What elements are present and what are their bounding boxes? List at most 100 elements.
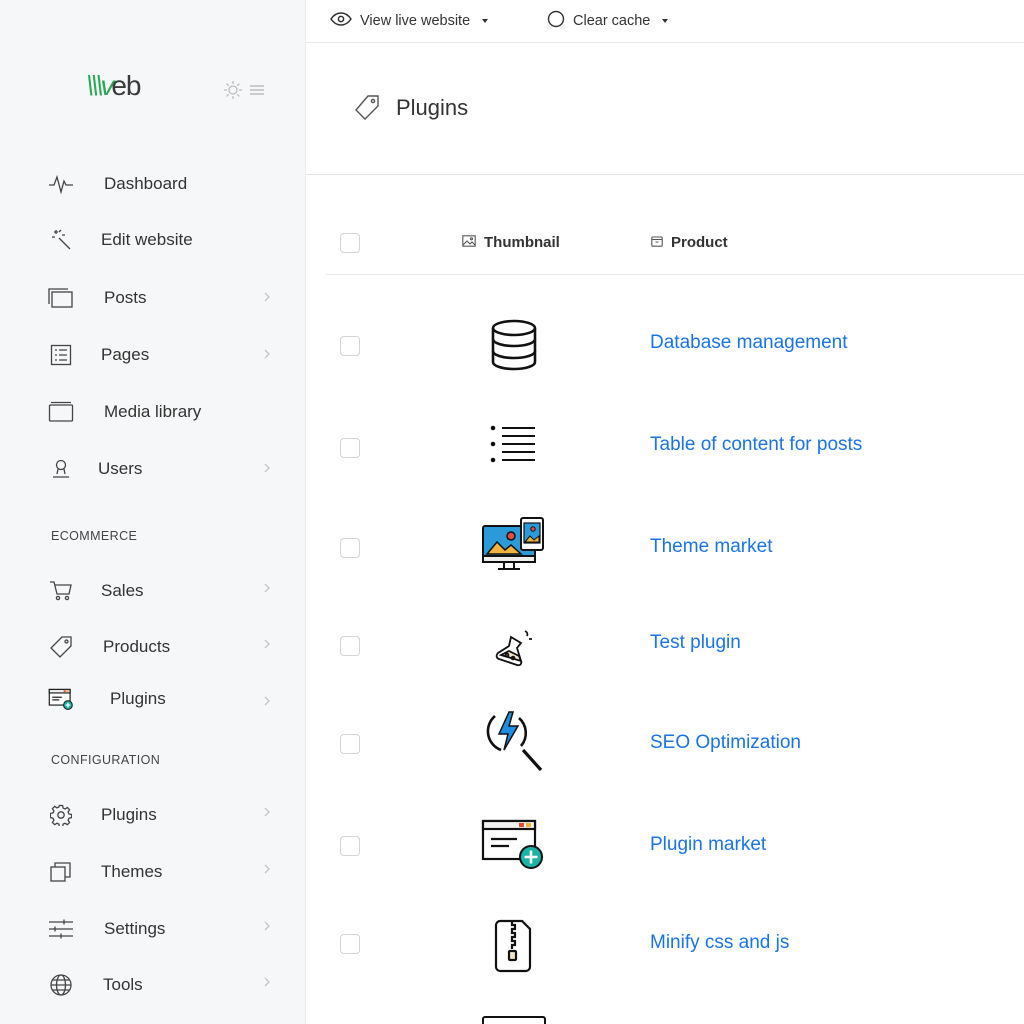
column-header-label: Thumbnail	[484, 234, 560, 251]
chevron-right-icon	[264, 864, 270, 874]
column-header-label: Product	[671, 234, 728, 251]
row-checkbox[interactable]	[340, 538, 360, 558]
page-title: Plugins	[396, 95, 469, 120]
sidebar-item-posts[interactable]: Posts	[0, 280, 306, 316]
table-row: Plugin market	[326, 796, 1024, 894]
zip-file-icon	[476, 914, 552, 978]
logo-text: eb	[111, 70, 141, 101]
folder-icon	[48, 399, 74, 425]
table-row: Minify css and js	[326, 894, 1024, 992]
sidebar-item-label: Edit website	[101, 230, 193, 249]
view-live-website-label: View live website	[360, 13, 471, 29]
image-icon	[462, 234, 476, 251]
product-link[interactable]: Database management	[650, 332, 848, 354]
list-icon	[48, 342, 74, 368]
sidebar-item-label: Pages	[101, 345, 150, 364]
sidebar-item-media-library[interactable]: Media library	[0, 394, 306, 430]
table-row: SEO Optimization	[326, 694, 1024, 792]
section-label-ecommerce: ECOMMERCE	[51, 529, 138, 543]
product-link[interactable]: Minify css and js	[650, 932, 789, 954]
sidebar-tools	[223, 80, 265, 100]
table-header: Thumbnail Product	[326, 214, 1024, 275]
sidebar-item-pages[interactable]: Pages	[0, 337, 306, 373]
top-bar: View live website Clear cache	[306, 0, 1024, 43]
row-checkbox[interactable]	[340, 336, 360, 356]
sidebar-item-label: Media library	[104, 402, 202, 421]
logo[interactable]: \\\veb	[86, 70, 142, 102]
row-checkbox[interactable]	[340, 636, 360, 656]
sidebar-item-label: Settings	[104, 919, 166, 938]
window-plus-icon	[476, 812, 552, 876]
circle-icon	[547, 10, 565, 32]
chevron-right-icon	[264, 921, 270, 931]
product-link[interactable]: Plugin market	[650, 834, 766, 856]
box-icon	[651, 234, 663, 251]
row-checkbox[interactable]	[340, 734, 360, 754]
caret-down-icon	[482, 19, 489, 23]
sidebar: \\\veb Dashboard Edit website Posts Page…	[0, 0, 306, 1024]
column-header-thumbnail[interactable]: Thumbnail	[462, 234, 560, 251]
sidebar-item-users[interactable]: Users	[0, 451, 306, 487]
chevron-right-icon	[264, 807, 270, 817]
sidebar-item-edit-website[interactable]: Edit website	[0, 222, 306, 258]
database-icon	[476, 313, 552, 377]
activity-icon	[48, 171, 74, 197]
menu-icon[interactable]	[249, 83, 265, 97]
user-icon	[48, 456, 74, 482]
sidebar-item-plugins[interactable]: Plugins	[0, 797, 306, 833]
caret-down-icon	[662, 19, 669, 23]
layers-icon	[48, 859, 74, 885]
sidebar-item-label: Tools	[103, 975, 143, 994]
sidebar-item-label: Dashboard	[104, 174, 188, 193]
tag-icon	[353, 94, 381, 127]
sidebar-item-sales[interactable]: Sales	[0, 573, 306, 609]
section-label-configuration: CONFIGURATION	[51, 753, 161, 767]
flask-icon	[476, 616, 552, 680]
sidebar-item-label: Plugins	[110, 689, 166, 708]
sidebar-item-label: Products	[103, 637, 171, 656]
sliders-icon	[48, 916, 74, 942]
cart-icon	[48, 578, 74, 604]
product-link[interactable]: Theme market	[650, 536, 772, 558]
row-checkbox[interactable]	[340, 438, 360, 458]
product-link[interactable]: Test plugin	[650, 632, 741, 654]
sidebar-item-label: Posts	[104, 288, 147, 307]
row-checkbox[interactable]	[340, 934, 360, 954]
chevron-right-icon	[264, 977, 270, 987]
list-icon	[476, 412, 552, 476]
sun-icon[interactable]	[223, 80, 243, 100]
chevron-right-icon	[264, 292, 270, 302]
table-row	[326, 992, 1024, 1024]
chevron-right-icon	[264, 696, 270, 706]
search-lightning-icon	[476, 708, 552, 772]
monitor-images-icon	[476, 514, 552, 578]
next-row-thumbnail	[482, 1016, 546, 1024]
magic-wand-icon	[48, 227, 74, 253]
sidebar-item-themes[interactable]: Themes	[0, 854, 306, 890]
sidebar-item-settings[interactable]: Settings	[0, 911, 306, 947]
clear-cache-button[interactable]: Clear cache	[547, 9, 669, 33]
sidebar-item-products[interactable]: Products	[0, 629, 306, 665]
sidebar-item-label: Plugins	[101, 805, 157, 824]
select-all-checkbox[interactable]	[340, 233, 360, 253]
sidebar-item-ecommerce-plugins[interactable]: Plugins	[0, 681, 306, 717]
sidebar-item-dashboard[interactable]: Dashboard	[0, 166, 306, 202]
table-row: Database management	[326, 296, 1024, 394]
chevron-right-icon	[264, 463, 270, 473]
row-checkbox[interactable]	[340, 836, 360, 856]
logo-accent: \\\v	[86, 70, 114, 101]
chevron-right-icon	[264, 349, 270, 359]
column-header-product[interactable]: Product	[651, 234, 728, 251]
eye-icon	[330, 12, 352, 30]
globe-icon	[48, 972, 74, 998]
view-live-website-button[interactable]: View live website	[330, 9, 489, 33]
product-link[interactable]: SEO Optimization	[650, 732, 801, 754]
plugin-window-icon	[48, 686, 74, 712]
table-row: Theme market	[326, 500, 1024, 598]
sidebar-item-label: Users	[98, 459, 143, 478]
chevron-right-icon	[264, 583, 270, 593]
sidebar-item-tools[interactable]: Tools	[0, 967, 306, 1003]
product-link[interactable]: Table of content for posts	[650, 434, 862, 456]
table-row: Table of content for posts	[326, 398, 1024, 496]
chevron-right-icon	[264, 639, 270, 649]
